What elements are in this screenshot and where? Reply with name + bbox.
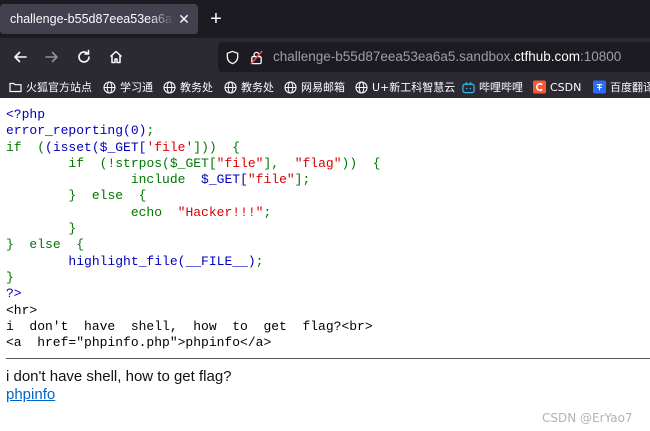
bookmark-item[interactable]: 百度翻译 bbox=[593, 79, 650, 95]
phpinfo-link[interactable]: phpinfo bbox=[6, 386, 55, 403]
bookmark-label: 网易邮箱 bbox=[301, 81, 345, 94]
url-text[interactable]: challenge-b55d87eea53ea6a5.sandbox.ctfhu… bbox=[273, 49, 621, 64]
forward-icon[interactable] bbox=[42, 47, 62, 67]
code-expr: (isset($_GET[ bbox=[45, 139, 147, 155]
globe-icon bbox=[355, 80, 368, 94]
code-string: 'file' bbox=[146, 139, 194, 155]
folder-icon bbox=[9, 81, 22, 94]
home-icon[interactable] bbox=[106, 47, 126, 67]
insecure-lock-icon[interactable] bbox=[248, 49, 264, 65]
globe-icon bbox=[284, 80, 297, 94]
code-punct: ]; bbox=[294, 172, 311, 188]
bookmark-label: U+新工科智慧云 bbox=[372, 81, 456, 94]
bookmark-item[interactable]: 学习通 bbox=[103, 79, 153, 95]
code-keyword: if bbox=[6, 139, 22, 155]
code-punct: ; bbox=[255, 253, 264, 269]
bookmark-item[interactable]: 哔哩哔哩 bbox=[462, 79, 523, 95]
html-source: i don't have shell, how to get flag?<br> bbox=[6, 318, 373, 334]
code-punct: ; bbox=[263, 204, 272, 220]
code-function: highlight_file(__FILE__) bbox=[68, 253, 256, 269]
code-brace: } bbox=[68, 221, 77, 237]
bilibili-icon bbox=[462, 81, 475, 94]
bookmark-item[interactable]: U+新工科智慧云 bbox=[355, 79, 455, 95]
bookmarks-toolbar: 火狐官方站点 学习通 教务处 教务处 网易邮箱 U+新工科智慧云 哔哩哔哩 CS… bbox=[0, 76, 650, 98]
code-string: "flag" bbox=[294, 155, 342, 171]
code-string: "file" bbox=[247, 172, 295, 188]
code-brace: { bbox=[138, 188, 147, 204]
bookmark-item[interactable]: 网易邮箱 bbox=[284, 79, 345, 95]
code-expr: $_GET[ bbox=[201, 172, 248, 188]
bookmark-item[interactable]: 教务处 bbox=[224, 79, 274, 95]
php-open-tag: <?php bbox=[6, 107, 46, 122]
code-punct: ( bbox=[37, 139, 46, 155]
back-icon[interactable] bbox=[10, 47, 30, 67]
code-keyword: else bbox=[91, 188, 124, 204]
html-source: <hr> bbox=[6, 302, 38, 318]
code-expr: (!strpos($_GET[ bbox=[99, 155, 217, 171]
horizontal-rule bbox=[6, 358, 650, 359]
tab-title: challenge-b55d87eea53ea6a5.sandbox.ctfhu… bbox=[10, 12, 174, 26]
shield-icon[interactable] bbox=[224, 49, 240, 65]
bookmark-label: 百度翻译 bbox=[610, 81, 650, 94]
code-punct: )) bbox=[341, 155, 358, 171]
code-keyword: else bbox=[29, 237, 61, 253]
code-string: "Hacker!!!" bbox=[177, 204, 264, 220]
bookmark-label: 火狐官方站点 bbox=[26, 81, 92, 94]
bookmark-item[interactable]: CSDN bbox=[533, 79, 581, 95]
php-close-tag: ?> bbox=[6, 286, 22, 302]
globe-icon bbox=[224, 80, 237, 94]
bookmark-label: 教务处 bbox=[180, 81, 213, 94]
url-prefix: challenge-b55d87eea53ea6a5.sandbox. bbox=[273, 49, 514, 64]
globe-icon bbox=[163, 80, 176, 94]
code-brace: } bbox=[68, 188, 77, 204]
code-brace: { bbox=[76, 237, 85, 253]
url-domain: ctfhub.com bbox=[513, 49, 580, 64]
csdn-icon bbox=[533, 80, 546, 94]
active-tab[interactable]: challenge-b55d87eea53ea6a5.sandbox.ctfhu… bbox=[0, 4, 198, 34]
bookmark-item[interactable]: 火狐官方站点 bbox=[9, 79, 92, 95]
url-port: :10800 bbox=[580, 49, 622, 64]
globe-icon bbox=[103, 80, 116, 94]
code-punct: ; bbox=[146, 123, 155, 139]
csdn-watermark: CSDN @ErYao7 bbox=[542, 411, 633, 425]
new-tab-button[interactable]: + bbox=[205, 8, 227, 30]
code-brace: { bbox=[372, 155, 381, 171]
code-string: "file" bbox=[216, 155, 264, 171]
code-punct: ], bbox=[263, 155, 280, 171]
tab-strip: challenge-b55d87eea53ea6a5.sandbox.ctfhu… bbox=[0, 0, 650, 38]
address-bar[interactable]: challenge-b55d87eea53ea6a5.sandbox.ctfhu… bbox=[218, 42, 650, 72]
bookmark-label: CSDN bbox=[550, 80, 582, 94]
bookmark-label: 教务处 bbox=[241, 81, 274, 94]
bookmark-item[interactable]: 教务处 bbox=[163, 79, 213, 95]
navigation-toolbar: challenge-b55d87eea53ea6a5.sandbox.ctfhu… bbox=[0, 38, 650, 76]
code-keyword: echo bbox=[130, 204, 163, 220]
php-source-code: <?php error_reporting(0); if ((isset($_G… bbox=[6, 107, 381, 351]
code-brace: { bbox=[232, 139, 241, 155]
code-brace: } bbox=[6, 269, 14, 285]
code-keyword: include bbox=[130, 172, 186, 188]
code-keyword: if bbox=[68, 155, 85, 171]
baidu-translate-icon bbox=[593, 80, 606, 94]
bookmark-label: 学习通 bbox=[120, 81, 153, 94]
code-punct: ])) bbox=[193, 139, 217, 155]
page-message: i don't have shell, how to get flag? bbox=[6, 368, 232, 385]
code-function: error_reporting(0) bbox=[6, 123, 147, 139]
html-source: <a href="phpinfo.php">phpinfo</a> bbox=[6, 335, 272, 351]
code-brace: } bbox=[6, 237, 14, 253]
bookmark-label: 哔哩哔哩 bbox=[479, 81, 523, 94]
reload-icon[interactable] bbox=[74, 47, 94, 67]
close-tab-icon[interactable]: ✕ bbox=[176, 11, 192, 27]
